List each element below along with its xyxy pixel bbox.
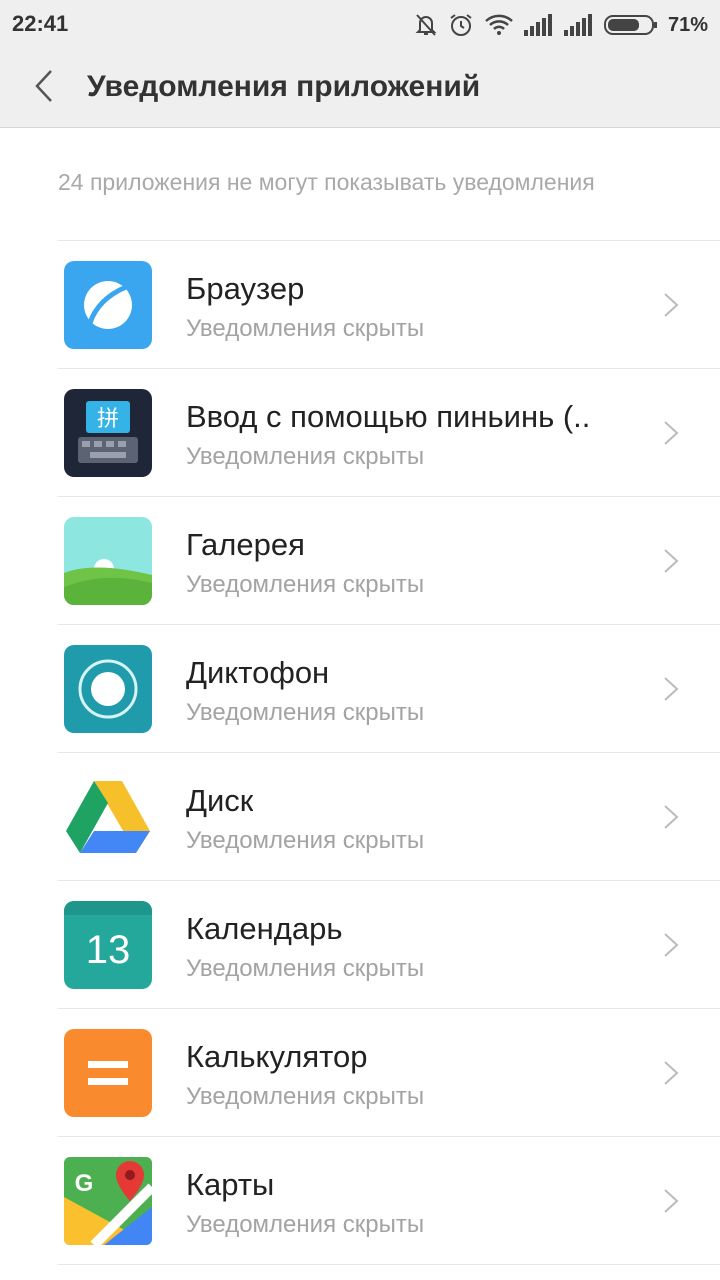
status-time: 22:41 <box>12 11 69 36</box>
gallery-icon <box>64 517 152 605</box>
status-bar: 22:41 71% <box>0 0 720 50</box>
muted-bell-icon <box>414 12 438 38</box>
calendar-icon-day: 13 <box>86 928 131 972</box>
app-list: Браузер Уведомления скрыты 拼 Ввод с помо… <box>58 240 720 1265</box>
maps-icon-letter: G <box>75 1170 94 1197</box>
app-name: Калькулятор <box>186 1039 368 1074</box>
list-item-maps[interactable]: G Карты Уведомления скрыты <box>58 1137 720 1265</box>
pinyin-keyboard-icon: 拼 <box>64 389 152 477</box>
list-item-calculator[interactable]: Калькулятор Уведомления скрыты <box>58 1009 720 1137</box>
signal-icon <box>523 14 554 36</box>
app-name: Ввод с помощью пиньинь (.. <box>186 399 591 434</box>
wifi-icon <box>484 13 514 37</box>
app-status: Уведомления скрыты <box>186 443 425 470</box>
chevron-left-icon <box>34 69 54 108</box>
app-status: Уведомления скрыты <box>186 955 425 982</box>
chevron-right-icon <box>662 675 680 703</box>
list-item-calendar[interactable]: 13 Календарь Уведомления скрыты <box>58 881 720 1009</box>
list-item-pinyin-input[interactable]: 拼 Ввод с помощью пиньинь (.. Уведомления… <box>58 369 720 497</box>
list-item-drive[interactable]: Диск Уведомления скрыты <box>58 753 720 881</box>
chevron-right-icon <box>662 547 680 575</box>
alarm-icon <box>448 12 474 38</box>
app-name: Календарь <box>186 911 343 946</box>
chevron-right-icon <box>662 419 680 447</box>
battery-icon <box>603 14 658 36</box>
app-status: Уведомления скрыты <box>186 827 425 854</box>
status-icons: 71% <box>414 10 708 40</box>
maps-icon: G <box>64 1157 152 1245</box>
calculator-icon <box>64 1029 152 1117</box>
chevron-right-icon <box>662 931 680 959</box>
chevron-right-icon <box>662 1187 680 1215</box>
app-status: Уведомления скрыты <box>186 571 425 598</box>
chevron-right-icon <box>662 291 680 319</box>
app-status: Уведомления скрыты <box>186 1083 425 1110</box>
svg-text:拼: 拼 <box>97 407 119 432</box>
app-name: Галерея <box>186 527 305 562</box>
app-status: Уведомления скрыты <box>186 315 425 342</box>
chevron-right-icon <box>662 803 680 831</box>
list-item-gallery[interactable]: Галерея Уведомления скрыты <box>58 497 720 625</box>
list-item-browser[interactable]: Браузер Уведомления скрыты <box>58 241 720 369</box>
calendar-icon: 13 <box>64 901 152 989</box>
app-name: Карты <box>186 1167 275 1202</box>
page-title: Уведомления приложений <box>87 70 481 103</box>
app-name: Диктофон <box>186 655 330 690</box>
battery-percent: 71% <box>667 13 708 36</box>
drive-icon <box>64 773 152 861</box>
app-bar: Уведомления приложений <box>0 50 720 128</box>
list-item-recorder[interactable]: Диктофон Уведомления скрыты <box>58 625 720 753</box>
recorder-icon <box>64 645 152 733</box>
signal-icon-2 <box>563 14 594 36</box>
blocked-apps-info: 24 приложения не могут показывать уведом… <box>58 169 595 195</box>
back-button[interactable] <box>24 68 64 108</box>
app-name: Браузер <box>186 271 305 306</box>
app-status: Уведомления скрыты <box>186 699 425 726</box>
app-name: Диск <box>186 783 254 818</box>
app-status: Уведомления скрыты <box>186 1211 425 1238</box>
browser-icon <box>64 261 152 349</box>
chevron-right-icon <box>662 1059 680 1087</box>
